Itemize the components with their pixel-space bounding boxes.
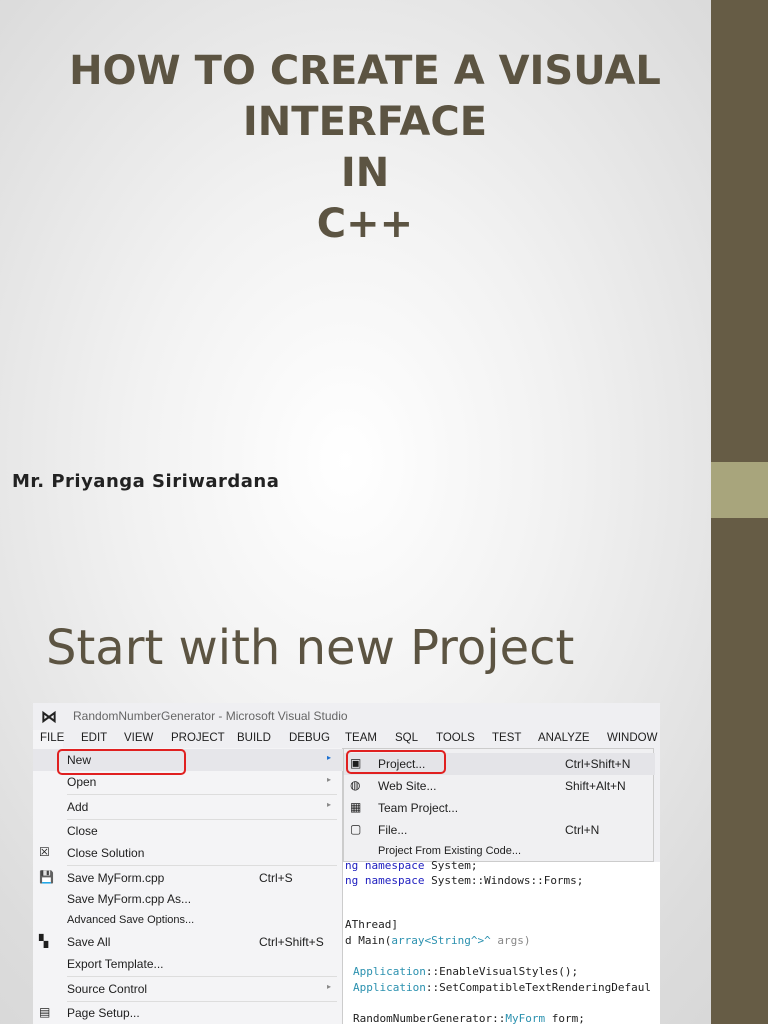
- separator: [67, 794, 337, 795]
- visual-studio-screenshot: ⋈ RandomNumberGenerator - Microsoft Visu…: [33, 703, 660, 1024]
- shortcut: Shift+Alt+N: [565, 779, 626, 793]
- code-type: Application: [353, 981, 426, 994]
- menu-item-close-solution[interactable]: ☒ Close Solution: [33, 842, 343, 864]
- submenu-item-team-project[interactable]: ▦ Team Project...: [344, 797, 655, 819]
- menu-analyze[interactable]: ANALYZE: [538, 732, 590, 744]
- close-solution-icon: ☒: [39, 845, 50, 859]
- menu-test[interactable]: TEST: [492, 732, 521, 744]
- submenu-item-web-site[interactable]: ◍ Web Site... Shift+Alt+N: [344, 775, 655, 797]
- title-line: IN: [340, 150, 390, 196]
- menu-bar: FILE EDIT VIEW PROJECT BUILD DEBUG TEAM …: [33, 730, 660, 748]
- shortcut: Ctrl+Shift+N: [565, 757, 631, 771]
- title-line: HOW TO CREATE A VISUAL: [69, 48, 661, 94]
- code-line: ng namespace System;: [345, 859, 477, 872]
- code-line: AThread]: [345, 918, 398, 931]
- slide-title: HOW TO CREATE A VISUAL INTERFACE IN C++: [40, 46, 690, 250]
- file-menu: New ▸ Open ▸ Add ▸ Close ☒ Close Solution 💾 S…: [33, 748, 343, 1024]
- author: Mr. Priyanga Siriwardana: [12, 471, 280, 492]
- menu-item-save[interactable]: 💾 Save MyForm.cpp Ctrl+S: [33, 867, 343, 889]
- title-bar: ⋈ RandomNumberGenerator - Microsoft Visu…: [33, 703, 660, 729]
- save-icon: 💾: [39, 870, 54, 884]
- menu-item-save-all[interactable]: ▚ Save All Ctrl+Shift+S: [33, 931, 343, 953]
- menu-file[interactable]: FILE: [33, 730, 64, 748]
- code-text: ::EnableVisualStyles();: [425, 965, 579, 978]
- menu-item-add[interactable]: Add ▸: [33, 796, 343, 818]
- menu-window[interactable]: WINDOW: [607, 732, 657, 744]
- code-line: d Main(array<String^>^ args): [345, 934, 530, 947]
- menu-item-label: Web Site...: [378, 779, 437, 793]
- menu-item-page-setup[interactable]: ▤ Page Setup...: [33, 1002, 343, 1024]
- menu-item-label: Page Setup...: [67, 1006, 140, 1020]
- code-type: array<String^>^: [391, 934, 491, 947]
- menu-item-export-template[interactable]: Export Template...: [33, 953, 343, 975]
- accent-band: [711, 462, 768, 518]
- code-text: System::Windows::Forms;: [424, 874, 584, 887]
- code-type: MyForm: [505, 1012, 546, 1024]
- menu-item-source-control[interactable]: Source Control ▸: [33, 978, 343, 1000]
- separator: [67, 976, 337, 977]
- menu-item-label: Source Control: [67, 982, 148, 996]
- menu-item-label: Close: [67, 824, 98, 838]
- menu-view[interactable]: VIEW: [124, 732, 153, 744]
- code-text: System;: [424, 859, 478, 872]
- title-line: C++: [316, 201, 414, 247]
- page-setup-icon: ▤: [39, 1005, 51, 1019]
- menu-item-label: File...: [378, 823, 408, 837]
- chevron-right-icon: ▸: [327, 982, 332, 991]
- shortcut: Ctrl+Shift+S: [259, 935, 324, 949]
- menu-debug[interactable]: DEBUG: [289, 732, 330, 744]
- menu-build[interactable]: BUILD: [237, 732, 271, 744]
- separator: [67, 865, 337, 866]
- menu-item-label: Export Template...: [67, 957, 164, 971]
- code-text: d Main(: [345, 934, 392, 947]
- code-type: Application: [353, 965, 426, 978]
- chevron-right-icon: ▸: [327, 753, 332, 762]
- menu-sql[interactable]: SQL: [395, 732, 418, 744]
- menu-item-save-as[interactable]: Save MyForm.cpp As...: [33, 888, 343, 910]
- menu-item-label: Team Project...: [378, 801, 459, 815]
- globe-icon: ◍: [350, 778, 361, 792]
- save-all-icon: ▚: [39, 934, 49, 948]
- team-project-icon: ▦: [350, 800, 362, 814]
- menu-item-label: Close Solution: [67, 846, 145, 860]
- shortcut: Ctrl+N: [565, 823, 600, 837]
- menu-tools[interactable]: TOOLS: [436, 732, 475, 744]
- menu-item-label: Save MyForm.cpp As...: [67, 892, 192, 906]
- submenu-item-file[interactable]: ▢ File... Ctrl+N: [344, 819, 655, 841]
- visual-studio-logo-icon: ⋈: [41, 709, 57, 726]
- window-title: RandomNumberGenerator - Microsoft Visual…: [73, 709, 348, 723]
- chevron-right-icon: ▸: [327, 800, 332, 809]
- chevron-right-icon: ▸: [327, 775, 332, 784]
- code-line: Application::SetCompatibleTextRenderingD…: [353, 981, 651, 994]
- menu-team[interactable]: TEAM: [345, 732, 377, 744]
- shortcut: Ctrl+S: [259, 871, 293, 885]
- menu-item-close[interactable]: Close: [33, 820, 343, 842]
- code-text: RandomNumberGenerator::: [353, 1012, 506, 1024]
- menu-project[interactable]: PROJECT: [171, 732, 225, 744]
- code-keyword: ng namespace: [345, 874, 425, 887]
- code-line: Application::EnableVisualStyles();: [353, 965, 578, 978]
- slide-heading: Start with new Project: [46, 620, 575, 676]
- code-text: form;: [545, 1012, 585, 1024]
- menu-item-label: Advanced Save Options...: [67, 914, 195, 926]
- new-file-icon: ▢: [350, 822, 362, 836]
- code-editor[interactable]: ng namespace System; ng namespace System…: [343, 859, 660, 1024]
- menu-item-label: Save MyForm.cpp: [67, 871, 165, 885]
- code-text: ::SetCompatibleTextRenderingDefaul: [425, 981, 652, 994]
- title-line: INTERFACE: [242, 99, 488, 145]
- highlight-project: [346, 750, 446, 774]
- menu-item-label: Add: [67, 800, 89, 814]
- menu-item-label: Open: [67, 775, 97, 789]
- code-text: args): [490, 934, 531, 947]
- code-keyword: ng namespace: [345, 859, 425, 872]
- menu-item-label: Project From Existing Code...: [378, 845, 522, 857]
- code-line: RandomNumberGenerator::MyForm form;: [353, 1012, 585, 1024]
- menu-item-label: Save All: [67, 935, 111, 949]
- menu-edit[interactable]: EDIT: [81, 732, 107, 744]
- menu-item-advanced-save[interactable]: Advanced Save Options...: [33, 910, 343, 932]
- highlight-new: [57, 749, 186, 775]
- code-line: ng namespace System::Windows::Forms;: [345, 874, 583, 887]
